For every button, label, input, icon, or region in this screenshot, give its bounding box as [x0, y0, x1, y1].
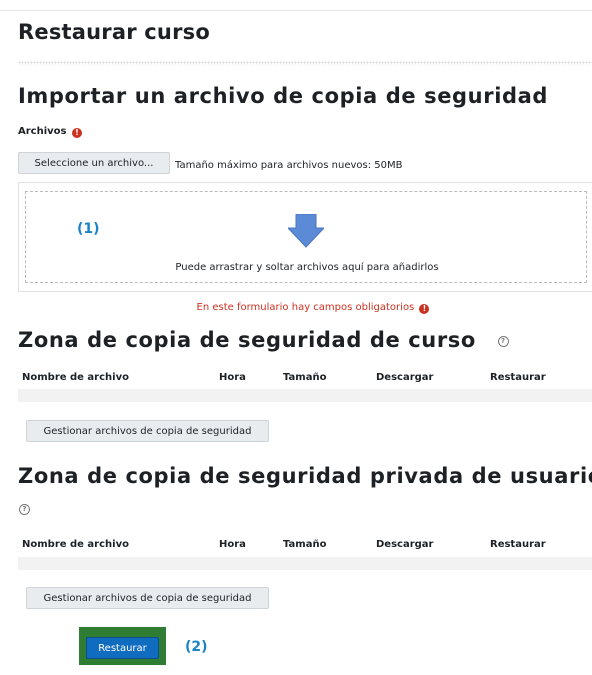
annotation-2: (2): [185, 639, 208, 655]
form-required-text: En este formulario hay campos obligatori…: [196, 302, 415, 313]
drop-hint: Puede arrastrar y soltar archivos aquí p…: [175, 262, 439, 273]
import-heading: Importar un archivo de copia de segurida…: [18, 84, 549, 108]
form-required-notice: En este formulario hay campos obligatori…: [0, 302, 592, 314]
required-icon: !: [71, 128, 82, 138]
question-circle-icon[interactable]: ?: [497, 335, 509, 347]
col-filename: Nombre de archivo: [22, 372, 129, 383]
page-title: Restaurar curso: [18, 20, 210, 44]
user-backup-heading: Zona de copia de seguridad privada de us…: [18, 464, 592, 488]
manage-course-backups-button[interactable]: Gestionar archivos de copia de seguridad: [26, 420, 269, 442]
section-separator: [18, 61, 592, 65]
files-label: Archivos: [18, 126, 67, 137]
arrow-down-icon: [288, 214, 324, 248]
manage-user-backups-button[interactable]: Gestionar archivos de copia de seguridad: [26, 587, 269, 609]
col-size: Tamaño: [283, 372, 327, 383]
top-divider: [0, 10, 592, 11]
course-backup-title: Zona de copia de seguridad de curso: [18, 328, 476, 352]
course-backup-heading: Zona de copia de seguridad de curso ?: [18, 328, 509, 352]
col-download: Descargar: [376, 372, 434, 383]
col-size: Tamaño: [283, 539, 327, 550]
files-label-row: Archivos !: [18, 126, 82, 138]
question-circle-icon[interactable]: ?: [19, 504, 30, 515]
required-icon: !: [419, 304, 430, 314]
col-time: Hora: [219, 372, 246, 383]
col-download: Descargar: [376, 539, 434, 550]
col-restore: Restaurar: [490, 539, 546, 550]
col-restore: Restaurar: [490, 372, 546, 383]
select-file-button[interactable]: Seleccione un archivo...: [18, 152, 170, 174]
col-time: Hora: [219, 539, 246, 550]
max-file-size: Tamaño máximo para archivos nuevos: 50MB: [175, 160, 403, 171]
annotation-1: (1): [77, 221, 100, 237]
restore-button[interactable]: Restaurar: [86, 637, 159, 659]
col-filename: Nombre de archivo: [22, 539, 129, 550]
table-row: [18, 389, 592, 402]
table-row: [18, 557, 592, 570]
